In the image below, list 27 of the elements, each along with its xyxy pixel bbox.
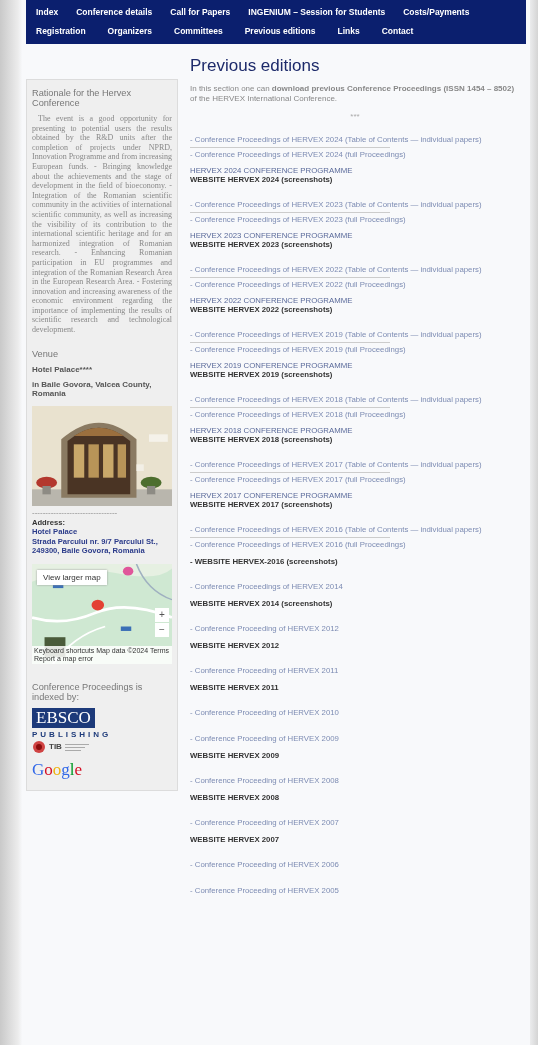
- nav-link[interactable]: Links: [337, 25, 360, 38]
- tib-logo: TIB: [49, 742, 62, 752]
- logo-subtitle: PUBLISHING: [32, 729, 113, 739]
- nav-link[interactable]: Committees: [174, 25, 223, 38]
- nav-link[interactable]: Index: [36, 6, 59, 19]
- hotel-location: in Baile Govora, Valcea County, Romania: [32, 379, 153, 398]
- sidebar-heading: Rationale for the Hervex Conference: [32, 88, 133, 108]
- nav-link[interactable]: Costs/Payments: [403, 6, 470, 19]
- rationale-text: The event is a good opportunity for presenting to potential users the results obtained by the R&D units after the completion of projects under NPRD, Innovation Programme and from increasing European funds. - Bringing knowledge about the achievements and the stage of development in the field of bioeconomy. - Integration of the Romanian scientific community in the activities of international scientific community, as well as increasing the visibility of its contribution to the international scientific heritage and for an harmonized integration of Romanian research. - Enhancing Romanian participation in EU programmes and integration of the Romanian Research Area in the European Research Area. - Fostering innovation and increasing awareness of the economic environment regarding the importance of implementing the results of scientific research and technological development.: [32, 114, 172, 335]
- blot-icon: [32, 739, 46, 754]
- google-logo: Google: [32, 759, 83, 780]
- nav-link[interactable]: Previous editions: [244, 25, 316, 38]
- nav-link[interactable]: Organizers: [107, 25, 152, 38]
- separator-line: --------------------------------: [32, 507, 119, 517]
- nav-link[interactable]: INGENIUM – Session for Students: [248, 6, 386, 19]
- sidebar-heading: Conference Proceedings is indexed by:: [32, 681, 144, 702]
- nav-link[interactable]: Contact: [381, 25, 414, 38]
- section-divider: ***: [349, 112, 361, 121]
- page-title: Previous editions: [190, 56, 321, 76]
- nav-link[interactable]: Conference details: [76, 6, 153, 19]
- nav-link[interactable]: Registration: [36, 25, 86, 38]
- sidebar-heading: Venue: [32, 348, 60, 359]
- intro-text: In this section one can download previous Conference Proceedings (ISSN 1454 – 8502) of the HERVEX International Conference.: [190, 84, 516, 104]
- nav-link[interactable]: Call for Papers: [170, 6, 231, 19]
- ebsco-logo: EBSCO: [32, 707, 95, 728]
- caption-lines-icon: [64, 742, 89, 751]
- hotel-name: Hotel Palace****: [32, 364, 94, 374]
